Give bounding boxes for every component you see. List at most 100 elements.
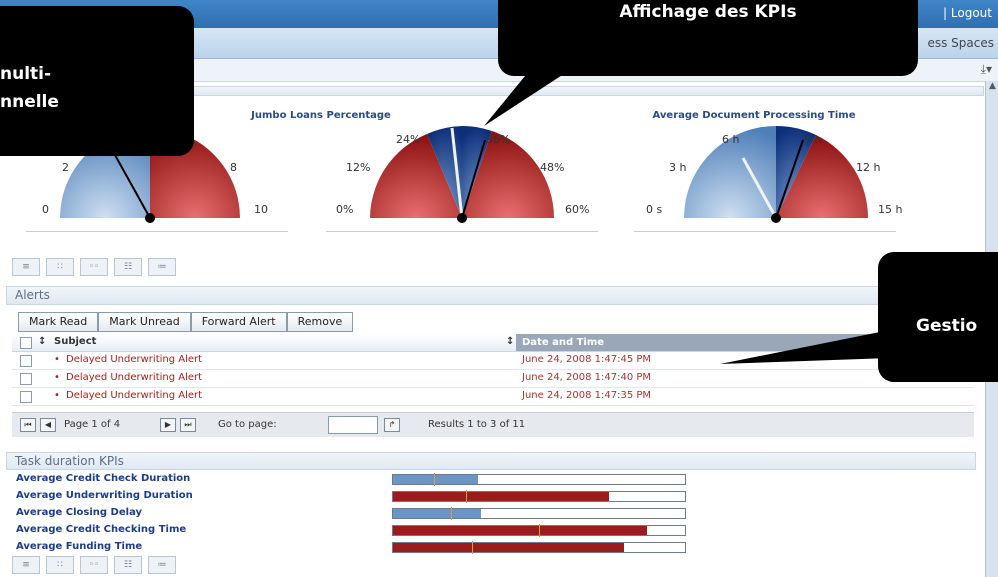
callout-right-pointer xyxy=(720,330,890,364)
callout-top-pointer xyxy=(484,70,570,126)
binoculars-icon[interactable]: ◦◦ xyxy=(80,556,108,574)
scroll-up-icon[interactable]: ▲ xyxy=(986,81,998,94)
sort-icon[interactable]: ↕ xyxy=(506,336,514,347)
last-page-icon[interactable]: ⏭ xyxy=(180,418,196,432)
row-checkbox[interactable] xyxy=(20,391,32,403)
logout-link[interactable]: | Logout xyxy=(943,6,992,20)
gauge-3-tick: 12 h xyxy=(856,161,881,174)
gauge-3-tick: 0 s xyxy=(646,203,663,216)
callout-top-text: Affichage des KPIs xyxy=(619,2,797,22)
gauge-1-tick: 0 xyxy=(42,203,49,216)
gauge-2-divider xyxy=(326,231,598,232)
task-kpi-name[interactable]: Average Funding Time xyxy=(16,541,142,552)
alert-date: June 24, 2008 1:47:35 PM xyxy=(522,390,652,401)
grid-view-icon[interactable]: ☷ xyxy=(114,556,142,574)
task-kpi-bar xyxy=(392,473,686,486)
task-kpi-fill xyxy=(393,543,624,552)
gauge-2-tick: 24% xyxy=(396,133,421,146)
detail-view-icon[interactable]: ≔ xyxy=(148,258,176,276)
dual-view-icon[interactable]: ∷ xyxy=(46,556,74,574)
task-kpi-bar xyxy=(392,541,686,554)
row-checkbox[interactable] xyxy=(20,373,32,385)
view-switcher: ≡ ∷ ◦◦ ☷ ≔ xyxy=(12,258,176,276)
subject-column-header[interactable]: Subject xyxy=(54,336,96,347)
unread-bullet-icon: • xyxy=(54,372,60,383)
alert-subject-link[interactable]: Delayed Underwriting Alert xyxy=(66,390,202,401)
alert-date: June 24, 2008 1:47:45 PM xyxy=(522,354,652,365)
task-kpi-bar xyxy=(392,490,686,503)
remove-button[interactable]: Remove xyxy=(286,312,354,332)
page-options-icon[interactable]: ⤓▾ xyxy=(981,62,992,77)
gauge-2-tick: 0% xyxy=(336,203,354,216)
gauge-3-tick: 3 h xyxy=(669,161,687,174)
gauge-1-tick: 10 xyxy=(254,203,268,216)
prev-page-icon[interactable]: ◀ xyxy=(40,418,56,432)
gauge-1-divider xyxy=(26,231,288,232)
task-kpi-row: Average Credit Check Duration xyxy=(12,470,712,487)
task-kpi-fill xyxy=(393,526,648,535)
task-kpi-fill xyxy=(393,509,481,518)
gauge-2-tick: 60% xyxy=(565,203,590,216)
task-kpi-target-marker xyxy=(471,541,473,554)
gauge-2-tick: 48% xyxy=(540,161,565,174)
task-kpis-panel-title: Task duration KPIs xyxy=(6,452,976,470)
gauge-2-dial xyxy=(370,125,554,223)
row-checkbox[interactable] xyxy=(20,355,32,367)
dual-view-icon[interactable]: ∷ xyxy=(46,258,74,276)
task-kpi-target-marker xyxy=(466,490,467,503)
task-kpi-name[interactable]: Average Underwriting Duration xyxy=(16,490,193,501)
binoculars-icon[interactable]: ◦◦ xyxy=(80,258,108,276)
go-to-page-input[interactable] xyxy=(328,416,378,434)
business-spaces-link[interactable]: ess Spaces xyxy=(927,36,994,50)
gauge-1-tick: 8 xyxy=(230,161,237,174)
alert-date: June 24, 2008 1:47:40 PM xyxy=(522,372,652,383)
callout-right: Gestio xyxy=(878,252,998,382)
task-kpi-name[interactable]: Average Closing Delay xyxy=(16,507,142,518)
gauge-1-tick: 2 xyxy=(62,161,69,174)
task-kpi-list: Average Credit Check Duration Average Und… xyxy=(12,470,712,554)
callout-left: nulti- nnelle xyxy=(0,6,194,156)
callout-left-line-1: nulti- xyxy=(0,64,52,84)
detail-view-icon[interactable]: ≔ xyxy=(148,556,176,574)
task-kpi-row: Average Credit Checking Time xyxy=(12,521,712,538)
task-kpi-target-marker xyxy=(433,473,435,486)
alerts-pager: ⏮ ◀ Page 1 of 4 ▶ ⏭ Go to page: ↱ Result… xyxy=(12,412,974,437)
view-switcher: ≡ ∷ ◦◦ ☷ ≔ xyxy=(12,556,176,574)
table-row[interactable]: • Delayed Underwriting Alert June 24, 20… xyxy=(12,388,974,406)
callout-top: Affichage des KPIs xyxy=(498,0,918,76)
task-kpi-target-marker xyxy=(451,507,453,520)
select-all-checkbox[interactable] xyxy=(20,337,32,349)
task-kpi-row: Average Underwriting Duration xyxy=(12,487,712,504)
gauge-3-tick: 6 h xyxy=(722,133,740,146)
grid-view-icon[interactable]: ☷ xyxy=(114,258,142,276)
alerts-panel-title: Alerts xyxy=(6,286,976,305)
task-kpi-bar xyxy=(392,507,686,520)
page-indicator: Page 1 of 4 xyxy=(64,419,121,430)
task-kpi-name[interactable]: Average Credit Check Duration xyxy=(16,473,190,484)
forward-alert-button[interactable]: Forward Alert xyxy=(190,312,287,332)
task-kpi-row: Average Closing Delay xyxy=(12,504,712,521)
table-row[interactable]: • Delayed Underwriting Alert June 24, 20… xyxy=(12,370,974,388)
task-kpi-fill xyxy=(393,492,610,501)
mark-read-button[interactable]: Mark Read xyxy=(18,312,99,332)
callout-left-line-2: nnelle xyxy=(0,92,59,112)
task-kpi-row: Average Funding Time xyxy=(12,538,712,555)
mark-unread-button[interactable]: Mark Unread xyxy=(98,312,191,332)
go-to-page-label: Go to page: xyxy=(218,419,277,430)
alerts-toolbar: Mark Read Mark Unread Forward Alert Remo… xyxy=(18,312,354,332)
results-count: Results 1 to 3 of 11 xyxy=(428,419,526,430)
alert-subject-link[interactable]: Delayed Underwriting Alert xyxy=(66,372,202,383)
task-kpi-target-marker xyxy=(539,524,540,537)
alert-subject-link[interactable]: Delayed Underwriting Alert xyxy=(66,354,202,365)
first-page-icon[interactable]: ⏮ xyxy=(20,418,36,432)
unread-bullet-icon: • xyxy=(54,354,60,365)
sort-icon[interactable]: ↕ xyxy=(38,336,46,347)
list-view-icon[interactable]: ≡ xyxy=(12,556,40,574)
gauge-2-tick: 12% xyxy=(346,161,371,174)
list-view-icon[interactable]: ≡ xyxy=(12,258,40,276)
task-kpi-name[interactable]: Average Credit Checking Time xyxy=(16,524,186,535)
gauge-3-divider xyxy=(634,231,896,232)
go-icon[interactable]: ↱ xyxy=(384,418,400,432)
next-page-icon[interactable]: ▶ xyxy=(160,418,176,432)
task-kpi-bar xyxy=(392,524,686,537)
